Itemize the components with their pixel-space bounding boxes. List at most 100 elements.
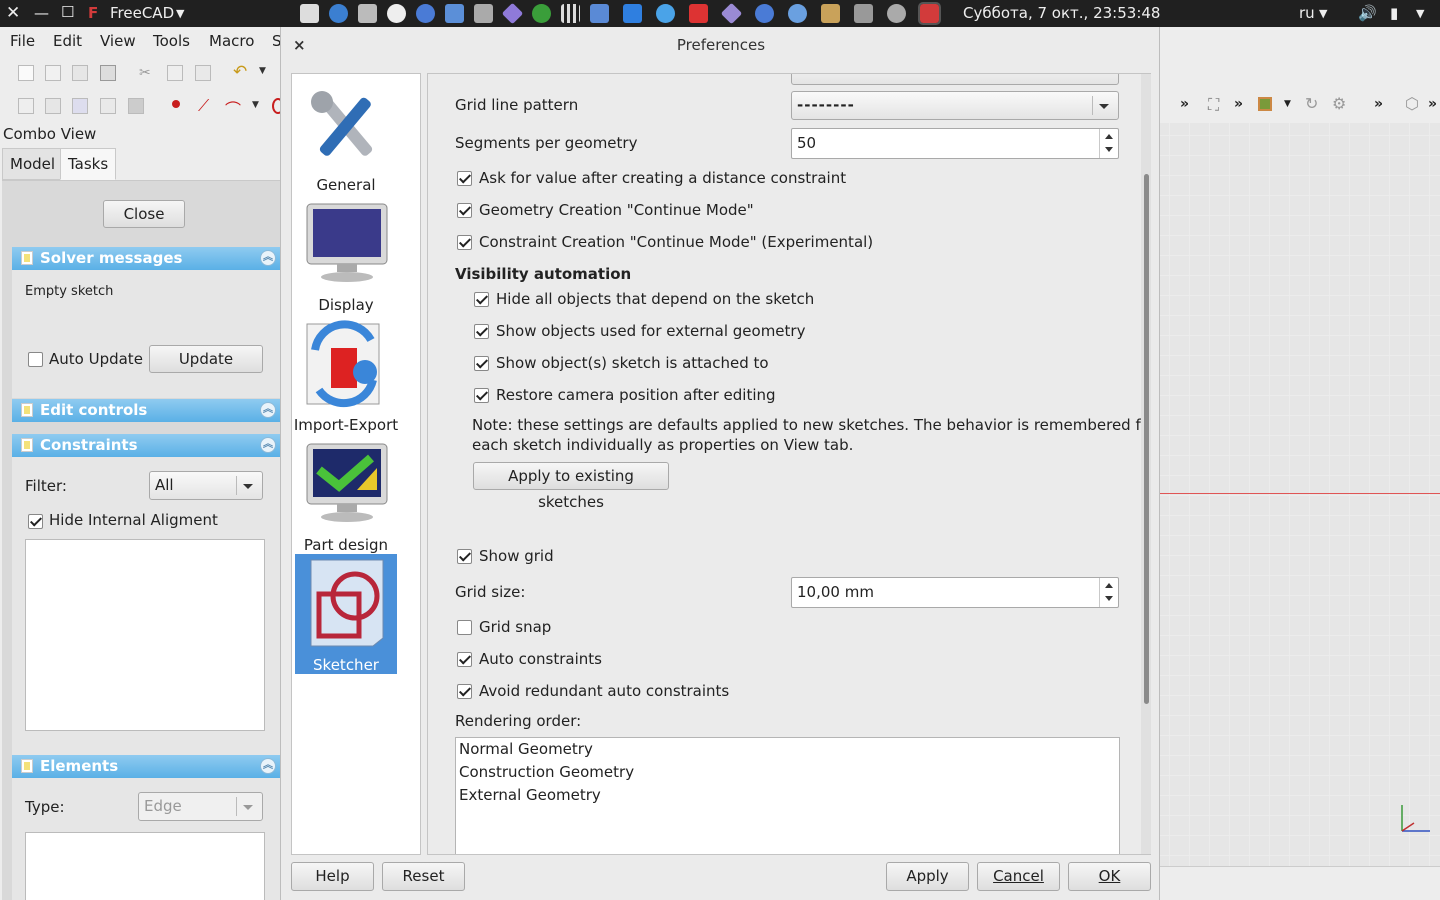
part-design-icon[interactable]: ⬡ [1405, 94, 1419, 113]
video-icon[interactable] [689, 4, 708, 23]
toolbar-more-icon[interactable]: » [1374, 96, 1383, 112]
content-scrollbar[interactable] [1141, 74, 1151, 854]
close-sketch-button[interactable]: Close [103, 200, 185, 228]
arc-icon[interactable]: ⌒ [225, 96, 241, 119]
constraints-list[interactable] [25, 539, 265, 731]
show-attached-checkbox[interactable] [474, 356, 489, 371]
menu-file[interactable]: File [10, 32, 35, 50]
apps-grid-icon[interactable] [561, 4, 580, 23]
solver-messages-header[interactable]: Solver messages ︽ [12, 247, 280, 270]
collapse-icon[interactable]: ︽ [260, 250, 276, 266]
previous-select[interactable] [791, 74, 1119, 85]
constraint-continue-checkbox[interactable] [457, 235, 472, 250]
grid-size-spinbox[interactable]: 10,00 mm [791, 577, 1119, 608]
part-icon[interactable] [1258, 97, 1272, 111]
tools-icon[interactable] [854, 4, 873, 23]
system-menu-chevron-icon[interactable]: ▼ [1416, 0, 1424, 27]
category-import-export[interactable]: Import-Export [294, 314, 398, 434]
hs-icon[interactable] [532, 4, 551, 23]
apply-existing-button[interactable]: Apply to existing sketches [473, 462, 669, 511]
toolbar-more-icon[interactable]: » [1234, 96, 1243, 112]
list-item[interactable]: Normal Geometry [459, 740, 593, 758]
freecad-tray-icon[interactable] [918, 2, 941, 25]
3d-view[interactable] [1160, 123, 1440, 866]
cut-icon[interactable]: ✂ [139, 65, 155, 81]
point-icon[interactable] [172, 100, 180, 108]
document-icon[interactable] [445, 4, 464, 23]
geometry-continue-checkbox[interactable] [457, 203, 472, 218]
chat-icon[interactable] [623, 4, 642, 23]
category-sketcher[interactable]: Sketcher [295, 554, 397, 674]
hide-internal-checkbox[interactable] [28, 514, 43, 529]
paste-icon[interactable] [195, 65, 211, 81]
network-icon[interactable] [788, 4, 807, 23]
save-icon[interactable] [72, 65, 88, 81]
browser-icon[interactable] [329, 4, 348, 23]
filter-select[interactable]: All [149, 471, 263, 500]
menu-tools[interactable]: Tools [153, 32, 190, 50]
leave-sketch-icon[interactable] [128, 98, 144, 114]
restore-camera-checkbox[interactable] [474, 388, 489, 403]
segments-spinbox[interactable]: 50 [791, 128, 1119, 159]
rendering-order-list[interactable]: Normal Geometry Construction Geometry Ex… [455, 737, 1120, 854]
grid-snap-checkbox[interactable] [457, 620, 472, 635]
collapse-icon[interactable]: ︽ [260, 402, 276, 418]
cancel-button[interactable]: Cancel [977, 862, 1060, 891]
export-icon[interactable] [72, 98, 88, 114]
line-icon[interactable]: ⟋ [198, 96, 214, 115]
tab-tasks[interactable]: Tasks [60, 148, 117, 180]
avoid-redundant-checkbox[interactable] [457, 684, 472, 699]
notes-icon[interactable] [590, 4, 609, 23]
new-file-icon[interactable] [18, 65, 34, 81]
reset-button[interactable]: Reset [382, 862, 465, 891]
menu-macro[interactable]: Macro [209, 32, 254, 50]
refresh-icon[interactable]: ↻ [1305, 94, 1318, 113]
hide-depend-checkbox[interactable] [474, 292, 489, 307]
window-close-icon[interactable]: ✕ [6, 0, 20, 27]
gem-icon[interactable] [720, 2, 743, 25]
spin-down-icon[interactable] [1105, 147, 1113, 152]
auto-update-checkbox[interactable] [28, 352, 43, 367]
collapse-icon[interactable]: ︽ [260, 437, 276, 453]
arc-dropdown-icon[interactable]: ▼ [252, 100, 268, 116]
window-maximize-icon[interactable]: ☐ [61, 0, 74, 26]
volume-icon[interactable]: 🔊 [1358, 0, 1377, 27]
import-icon[interactable] [45, 98, 61, 114]
category-general[interactable]: General [295, 74, 397, 194]
spin-up-icon[interactable] [1105, 134, 1113, 139]
keyboard-layout[interactable]: ru [1299, 0, 1315, 27]
window-minimize-icon[interactable]: — [34, 0, 49, 27]
app-menu-chevron-icon[interactable]: ▼ [176, 0, 184, 27]
calculator-icon[interactable] [300, 4, 319, 23]
list-item[interactable]: Construction Geometry [459, 763, 634, 781]
auto-constraints-checkbox[interactable] [457, 652, 472, 667]
constraints-header[interactable]: Constraints ︽ [12, 434, 280, 457]
open-file-icon[interactable] [45, 65, 61, 81]
diamond-icon[interactable] [501, 2, 524, 25]
toolbar-more-icon[interactable]: » [1180, 96, 1189, 112]
elements-header[interactable]: Elements ︽ [12, 755, 280, 778]
map-sketch-icon[interactable] [100, 98, 116, 114]
part-dropdown-icon[interactable]: ▼ [1284, 99, 1291, 109]
toolbar-more-icon[interactable]: » [1428, 96, 1437, 112]
files-icon[interactable] [821, 4, 840, 23]
grid-line-pattern-select[interactable]: -------- [791, 91, 1119, 120]
spin-down-icon[interactable] [1105, 596, 1113, 601]
drop-icon[interactable] [656, 4, 675, 23]
help-button[interactable]: Help [291, 862, 374, 891]
steam-icon[interactable] [387, 4, 406, 23]
show-external-checkbox[interactable] [474, 324, 489, 339]
battery-icon[interactable]: ▮ [1390, 0, 1398, 27]
ask-value-checkbox[interactable] [457, 171, 472, 186]
dialog-close-icon[interactable]: × [293, 27, 306, 63]
view-sketch-icon[interactable] [18, 98, 34, 114]
spin-up-icon[interactable] [1105, 583, 1113, 588]
print-icon[interactable] [100, 65, 116, 81]
clock[interactable]: Суббота, 7 окт., 23:53:48 [963, 0, 1160, 27]
undo-icon[interactable]: ↶ [233, 62, 249, 82]
tab-model[interactable]: Model [2, 148, 64, 180]
edit-controls-header[interactable]: Edit controls ︽ [12, 399, 280, 422]
macro-gear-icon[interactable]: ⚙ [1332, 94, 1346, 113]
menu-view[interactable]: View [100, 32, 136, 50]
undo-dropdown-icon[interactable]: ▼ [259, 66, 275, 82]
